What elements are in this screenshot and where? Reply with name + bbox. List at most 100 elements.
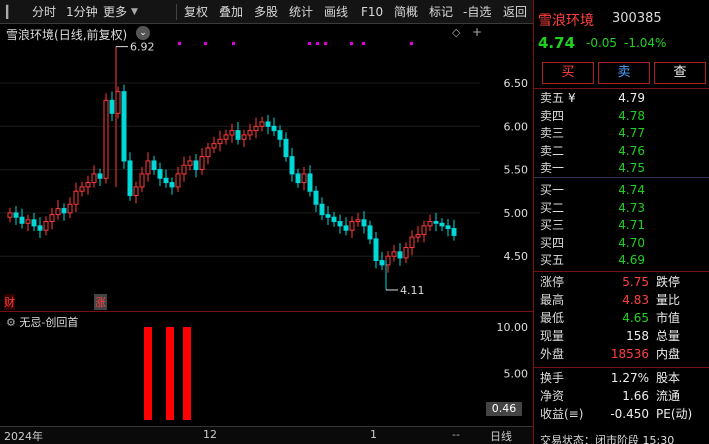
axis-label-dec: 12 <box>203 428 217 441</box>
stat2-row-2[interactable]: 收益(≡) -0.450 PE(动) <box>538 406 705 423</box>
stock-name: 雪浪环境 <box>538 13 594 29</box>
tab-intraday[interactable]: 分时 <box>32 0 56 24</box>
candle-body <box>391 251 397 257</box>
candle-body <box>139 173 145 188</box>
indicator-pane[interactable]: ⚙ 无忌-创回首 10.00 5.00 0.46 <box>0 311 533 425</box>
candle-body <box>133 186 139 197</box>
candle-body <box>37 225 43 231</box>
stat-row-4[interactable]: 外盘 18536 内盘 <box>538 346 705 363</box>
buy-button[interactable]: 买 <box>542 62 594 84</box>
bid-level-5-value: 4.69 <box>618 253 645 267</box>
stat2-row-1[interactable]: 净资 1.66 流通 <box>538 388 705 405</box>
tab-1min[interactable]: 1分钟 <box>66 0 98 24</box>
candle-body <box>169 182 175 188</box>
bid-level-1[interactable]: 买一 4.74 <box>538 182 705 199</box>
sell-button[interactable]: 卖 <box>598 62 650 84</box>
stat-row-2-value: 4.65 <box>622 311 649 325</box>
stat2-row-0[interactable]: 换手 1.27% 股本 <box>538 370 705 387</box>
draw-line-button[interactable]: 画线 <box>324 0 348 24</box>
ask-level-1[interactable]: 卖一 4.75 <box>538 160 705 177</box>
candle-body <box>439 222 445 227</box>
candle-body <box>211 143 217 149</box>
candle-body <box>7 212 13 218</box>
stat-row-1-label: 最高 <box>540 293 565 307</box>
limit-up-tag[interactable]: 涨 <box>94 294 107 310</box>
signal-marker <box>232 42 235 45</box>
stat-row-0[interactable]: 涨停 5.75 跌停 <box>538 274 705 291</box>
candle-body <box>421 225 427 236</box>
minimize-icon[interactable]: -- <box>452 428 460 441</box>
candle-body <box>403 247 409 259</box>
candle-body <box>157 169 163 179</box>
candlestick-chart[interactable]: 雪浪环境(日线,前复权) ⌄ ◇ + 6.50 6.00 5.50 5.00 4.50 6… <box>0 24 533 310</box>
y-tick-label: 6.50 <box>504 77 529 90</box>
stat-row-1[interactable]: 最高 4.83 量比 <box>538 292 705 309</box>
candle-body <box>337 221 343 227</box>
trade-status: 交易状态：闭市阶段 15:30 <box>540 434 675 444</box>
remove-watchlist-button[interactable]: -自选 <box>463 0 491 24</box>
candle-body <box>349 221 355 231</box>
stat-row-2-label: 最低 <box>540 311 565 325</box>
ask-level-5[interactable]: 卖五 ¥4.79 <box>538 90 705 107</box>
axis-label-year: 2024年 <box>4 430 43 443</box>
mark-button[interactable]: 标记 <box>429 0 453 24</box>
ask-level-1-label: 卖一 <box>540 161 565 175</box>
ask-level-4[interactable]: 卖四 4.78 <box>538 108 705 125</box>
candle-body <box>145 160 151 175</box>
statistics-button[interactable]: 统计 <box>289 0 313 24</box>
candle-body <box>301 173 307 184</box>
indicator-y-tick: 5.00 <box>504 368 529 381</box>
chevron-down-icon[interactable]: ▼ <box>131 0 138 24</box>
ask-level-3[interactable]: 卖三 4.77 <box>538 125 705 142</box>
stat-row-3[interactable]: 现量 158 总量 <box>538 328 705 345</box>
stat-row-2[interactable]: 最低 4.65 市值 <box>538 310 705 327</box>
bid-level-2-value: 4.73 <box>618 200 645 215</box>
stat2-row-2-value: -0.450 <box>610 407 649 421</box>
candle-body <box>151 160 157 171</box>
candle-body <box>331 216 337 223</box>
bid-level-2[interactable]: 买二 4.73 <box>538 200 705 217</box>
candle-body <box>409 236 415 249</box>
stat-row-0-label: 涨停 <box>540 275 565 289</box>
candle-body <box>319 203 325 216</box>
bid-level-5[interactable]: 买五 4.69 <box>538 252 705 269</box>
scroll-left-icon[interactable]: ▎ <box>6 0 15 24</box>
signal-marker <box>350 42 353 45</box>
ask-level-2[interactable]: 卖二 4.76 <box>538 143 705 160</box>
back-button[interactable]: 返回 <box>503 0 527 24</box>
stat2-row-1-label: 净资 <box>540 389 565 403</box>
brief-button[interactable]: 简概 <box>394 0 418 24</box>
candle-body <box>397 251 403 259</box>
f10-button[interactable]: F10 <box>361 0 383 24</box>
query-button[interactable]: 查 <box>654 62 706 84</box>
candle-body <box>379 260 385 266</box>
candle-body <box>163 177 169 184</box>
candle-body <box>241 134 247 140</box>
tab-more[interactable]: 更多 <box>103 0 127 24</box>
y-tick-label: 5.50 <box>504 164 529 177</box>
bid-level-3[interactable]: 买三 4.71 <box>538 217 705 234</box>
adjust-button[interactable]: 复权 <box>184 0 208 24</box>
stock-code: 300385 <box>612 11 662 26</box>
candle-body <box>361 219 367 227</box>
finance-tag[interactable]: 财 <box>4 294 15 310</box>
candle-body <box>271 125 277 132</box>
high-label: 6.92 <box>130 41 155 54</box>
indicator-value-badge: 0.46 <box>486 402 522 416</box>
candle-body <box>217 138 223 145</box>
multi-stock-button[interactable]: 多股 <box>254 0 278 24</box>
candle-body <box>325 214 331 218</box>
signal-marker <box>316 42 319 45</box>
ask-level-3-value: 4.77 <box>618 126 645 140</box>
overlay-button[interactable]: 叠加 <box>219 0 243 24</box>
bid-level-3-label: 买三 <box>540 218 565 232</box>
bid-level-4[interactable]: 买四 4.70 <box>538 235 705 252</box>
candle-body <box>265 121 271 127</box>
signal-marker <box>362 42 365 45</box>
candle-body <box>61 208 67 214</box>
stat-row-3-label2: 总量 <box>656 329 681 343</box>
stat2-row-1-value: 1.66 <box>622 389 649 403</box>
candle-body <box>73 190 79 205</box>
candle-body <box>103 99 109 179</box>
period-daily-button[interactable]: 日线 <box>490 428 512 444</box>
